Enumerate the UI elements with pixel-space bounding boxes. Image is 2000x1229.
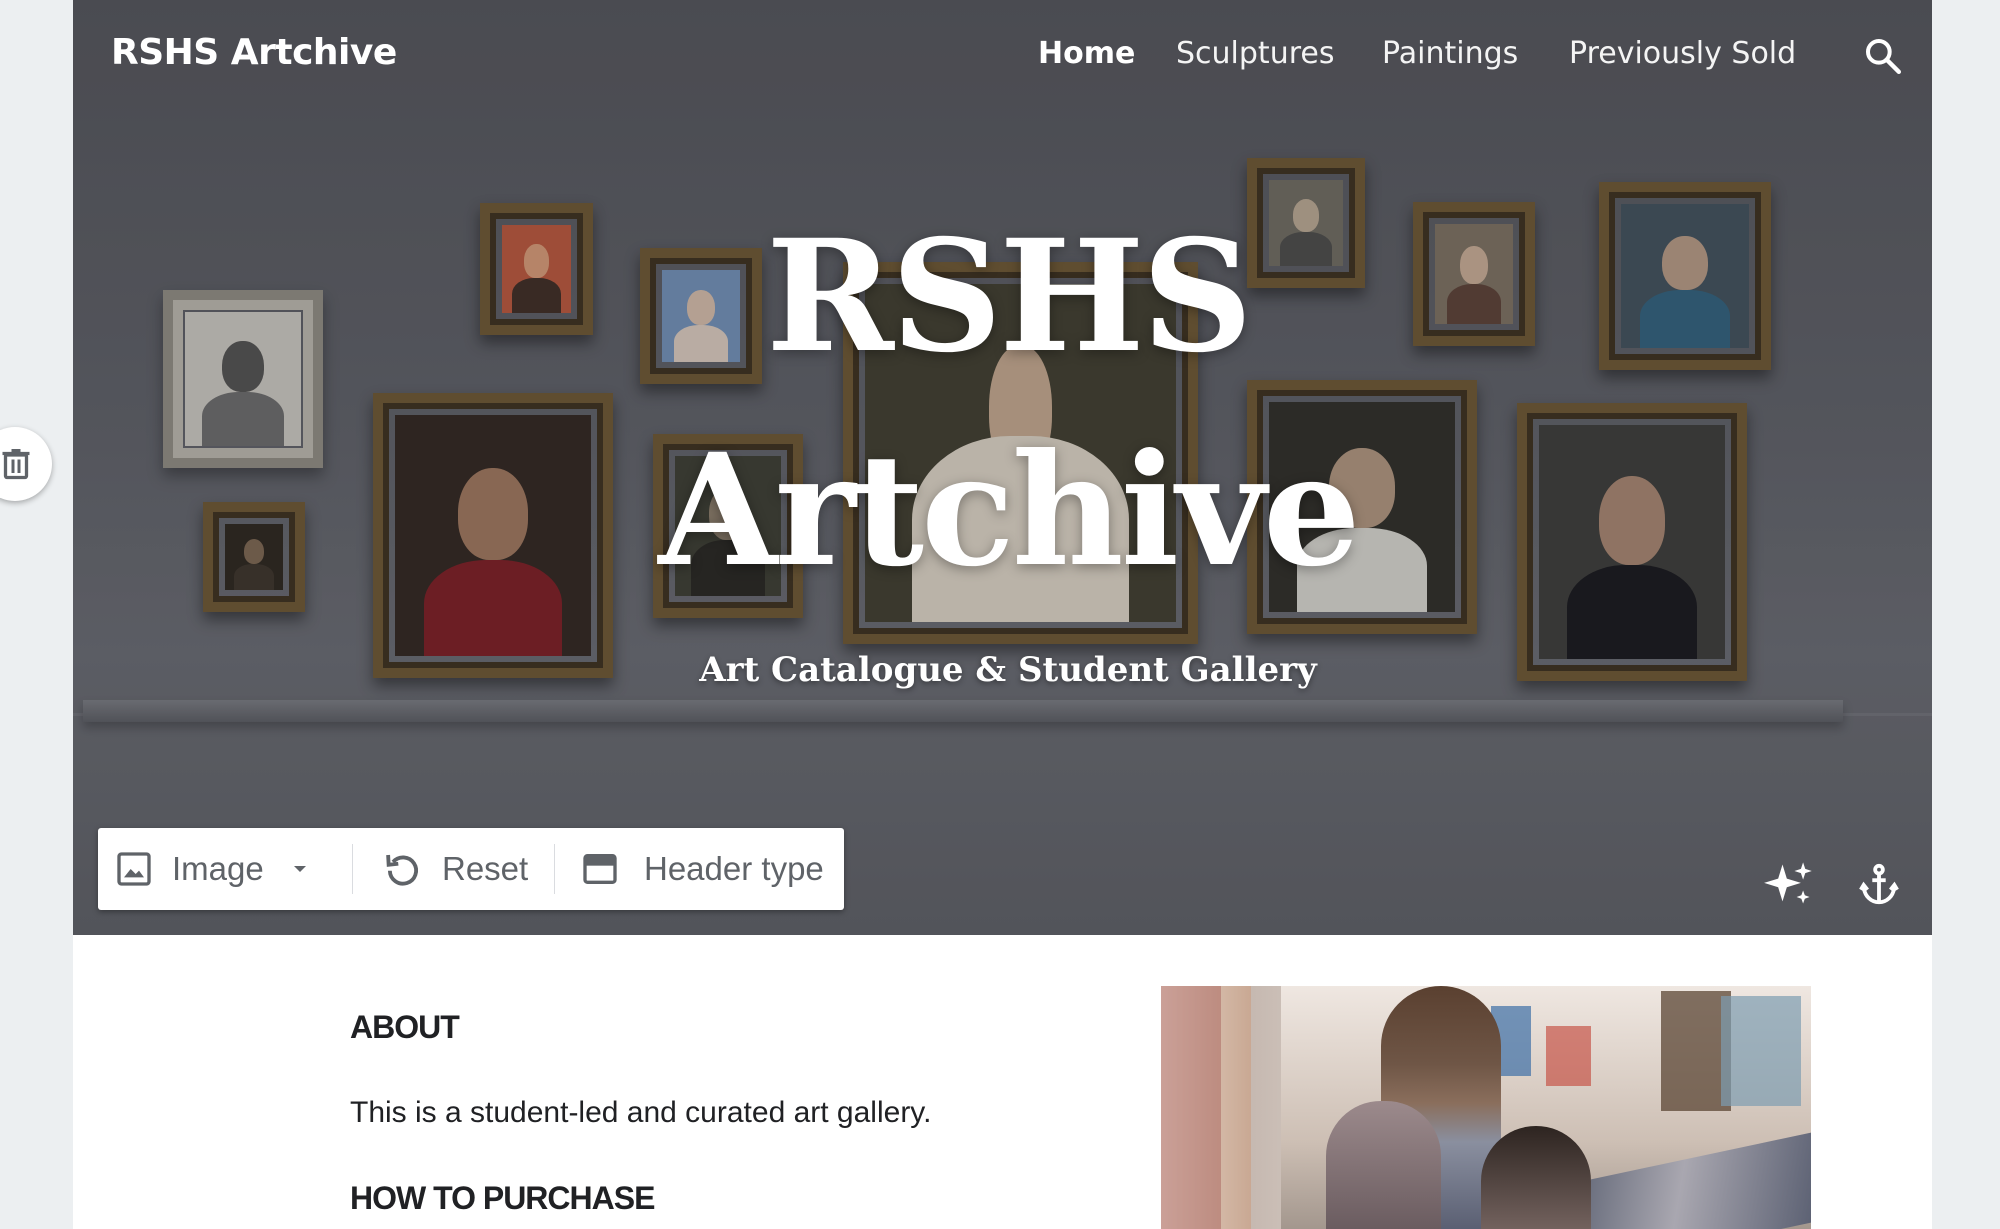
about-heading: ABOUT [350,1009,460,1045]
search-icon[interactable] [1863,36,1903,76]
students-painting-image[interactable] [1161,986,1811,1229]
nav-item-previously-sold[interactable]: Previously Sold [1569,36,1796,71]
header-banner[interactable]: RSHS Artchive Home Sculptures Paintings … [73,0,1932,935]
dropdown-arrow-icon [293,866,306,872]
sparkle-icon[interactable] [1763,858,1815,910]
image-button-label: Image [172,850,264,887]
trash-icon [2,449,30,480]
image-icon [117,852,151,886]
toolbar-divider [554,844,555,894]
hero-title[interactable]: RSHS Artchive [73,190,1932,618]
image-button[interactable]: Image [114,828,312,910]
nav-item-sculptures[interactable]: Sculptures [1176,36,1334,71]
site-page: RSHS Artchive Home Sculptures Paintings … [73,0,1932,1229]
header-type-icon [583,854,617,884]
header-type-button[interactable]: Header type [580,828,824,910]
hero-subtitle[interactable]: Art Catalogue & Student Gallery [73,650,1932,690]
purchase-heading: HOW TO PURCHASE [350,1180,655,1216]
reset-button[interactable]: Reset [382,828,528,910]
header-type-button-label: Header type [644,850,824,887]
hero-title-line-2: Artchive [658,420,1360,601]
nav-item-paintings[interactable]: Paintings [1382,36,1518,71]
about-text: This is a student-led and curated art ga… [350,1096,932,1129]
header-edit-toolbar: Image Reset Header type [98,828,844,910]
anchor-icon[interactable] [1856,861,1902,909]
toolbar-divider [352,844,353,894]
nav-item-home[interactable]: Home [1038,36,1135,71]
reset-icon [386,854,419,886]
reset-button-label: Reset [442,850,529,887]
delete-section-button[interactable] [0,427,52,501]
top-nav: Home Sculptures Paintings Previously Sol… [73,36,1932,80]
hero-title-line-1: RSHS [766,206,1253,387]
